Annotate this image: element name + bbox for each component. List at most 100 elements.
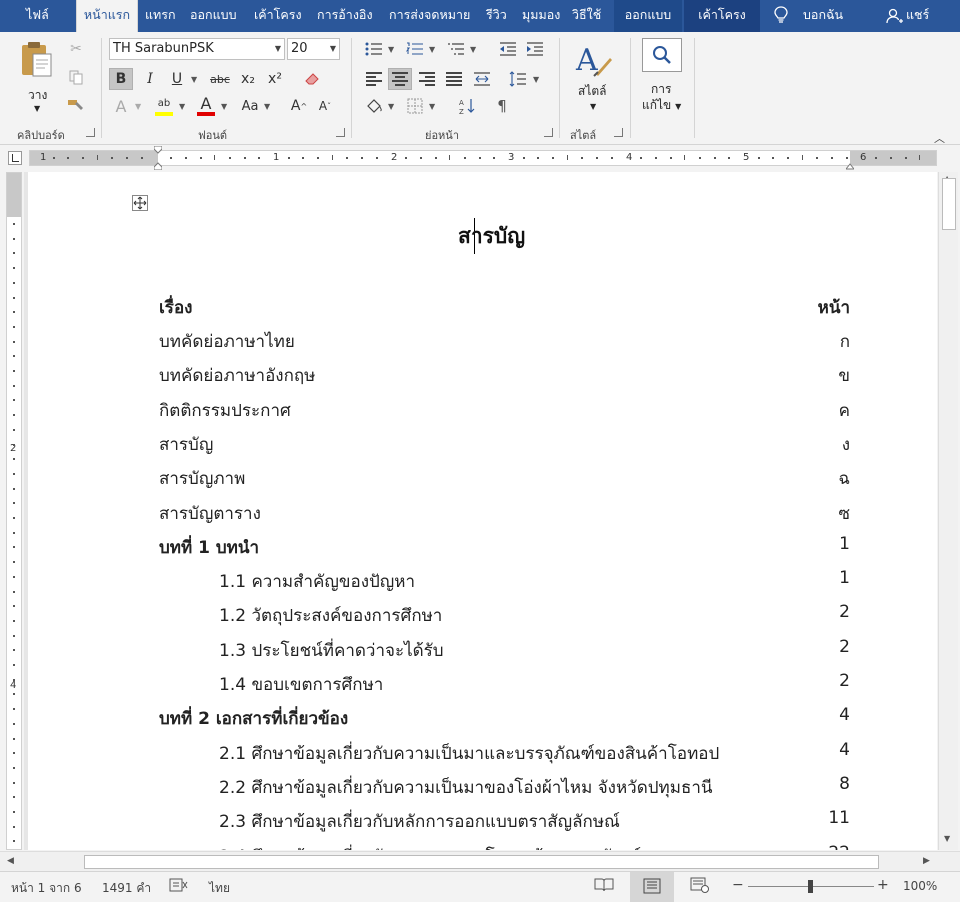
grow-font-button[interactable]: A ^ [287, 95, 311, 117]
group-divider [559, 38, 560, 138]
bold-button[interactable]: B [109, 68, 133, 90]
underline-dropdown[interactable]: ▼ [191, 68, 199, 90]
change-case-dropdown[interactable]: ▼ [264, 95, 272, 117]
borders-dropdown[interactable]: ▼ [429, 95, 437, 117]
vertical-scrollbar[interactable]: ▲ ▼ [938, 172, 958, 850]
tab-mailings[interactable]: การส่งจดหมาย [389, 0, 470, 32]
borders-icon [407, 98, 423, 114]
copy-button[interactable] [64, 66, 88, 88]
show-marks-button[interactable]: ¶ [490, 95, 514, 117]
read-mode-icon[interactable] [594, 877, 614, 896]
tab-file[interactable]: ไฟล์ [26, 0, 49, 32]
format-painter-button[interactable] [64, 94, 88, 116]
hscroll-thumb[interactable] [84, 855, 879, 869]
zoom-slider-thumb[interactable] [808, 880, 813, 893]
tab-home[interactable]: หน้าแรก [76, 0, 138, 32]
change-case-button[interactable]: Aa [236, 95, 264, 117]
shading-button[interactable] [362, 95, 386, 117]
paragraph-launcher-icon[interactable] [544, 128, 553, 137]
paste-icon [22, 42, 52, 77]
scroll-left-icon[interactable]: ◀ [7, 856, 14, 866]
horizontal-scrollbar[interactable]: ◀ ▶ [0, 851, 960, 871]
zoom-level[interactable]: 100% [903, 879, 937, 893]
align-right-button[interactable] [415, 68, 439, 90]
italic-button[interactable]: I [138, 68, 162, 90]
tab-view[interactable]: มุมมอง [522, 0, 560, 32]
document-page[interactable]: สารบัญ เรื่อง หน้า บทคัดย่อภาษาไทย กบทคัด… [28, 172, 937, 850]
bullets-button[interactable] [362, 38, 386, 60]
tab-insert[interactable]: แทรก [145, 0, 176, 32]
web-layout-icon[interactable] [690, 877, 710, 896]
right-indent-marker-icon[interactable] [844, 159, 856, 173]
underline-button[interactable]: U [165, 68, 189, 90]
line-spacing-button[interactable] [506, 68, 530, 90]
strikethrough-button[interactable]: abc [206, 68, 234, 90]
print-layout-icon[interactable] [630, 872, 674, 902]
borders-button[interactable] [403, 95, 427, 117]
bullets-dropdown[interactable]: ▼ [388, 38, 396, 60]
superscript-button[interactable]: x² [263, 68, 287, 90]
ruler-tick [610, 157, 613, 159]
clear-formatting-button[interactable] [300, 68, 324, 90]
tab-design[interactable]: ออกแบบ [190, 0, 237, 32]
shrink-font-button[interactable]: Aˇ [313, 95, 337, 117]
styles-button[interactable]: A สไตล์ ▼ [566, 38, 622, 118]
line-spacing-dropdown[interactable]: ▼ [533, 68, 541, 90]
increase-indent-button[interactable] [523, 38, 547, 60]
tell-me-box[interactable]: บอกฉัน [770, 0, 870, 32]
word-count[interactable]: 1491 คำ [102, 879, 151, 898]
numbering-dropdown[interactable]: ▼ [429, 38, 437, 60]
zoom-out-button[interactable]: − [732, 877, 744, 893]
tab-review[interactable]: รีวิว [486, 0, 507, 32]
multilevel-dropdown[interactable]: ▼ [470, 38, 478, 60]
ruler-track[interactable]: 1 1 2 3 4 5 6 [29, 150, 937, 166]
tab-selector-icon[interactable] [8, 151, 22, 165]
shading-dropdown[interactable]: ▼ [388, 95, 396, 117]
text-effects-button[interactable]: A [109, 95, 133, 117]
vertical-ruler[interactable]: 2 4 [6, 172, 22, 850]
highlight-button[interactable]: ab [152, 95, 176, 117]
align-left-button[interactable] [362, 68, 386, 90]
justify-button[interactable] [442, 68, 466, 90]
numbering-button[interactable] [403, 38, 427, 60]
thai-distributed-button[interactable] [470, 68, 494, 90]
font-size-combobox[interactable]: 20 ▼ [287, 38, 340, 60]
scroll-thumb[interactable] [942, 178, 956, 230]
ruler-tick [13, 223, 15, 225]
font-launcher-icon[interactable] [336, 128, 345, 137]
highlight-dropdown[interactable]: ▼ [179, 95, 187, 117]
font-name-combobox[interactable]: TH SarabunPSK ▼ [109, 38, 285, 60]
proofing-icon[interactable] [169, 877, 189, 896]
cut-button[interactable]: ✂ [64, 38, 88, 60]
editing-button[interactable]: การ แก้ไข ▼ [636, 38, 692, 118]
tab-table-design[interactable]: ออกแบบ [614, 0, 682, 32]
styles-launcher-icon[interactable] [614, 128, 623, 137]
document-canvas[interactable]: สารบัญ เรื่อง หน้า บทคัดย่อภาษาไทย กบทคัด… [24, 172, 937, 850]
sort-button[interactable]: AZ [455, 95, 479, 117]
tab-layout[interactable]: เค้าโครง [254, 0, 302, 32]
share-button[interactable]: แชร์ [886, 0, 956, 32]
ruler-tick [184, 157, 187, 159]
multilevel-list-button[interactable] [444, 38, 468, 60]
indent-marker-icon[interactable] [153, 145, 163, 171]
subscript-button[interactable]: x₂ [236, 68, 260, 90]
zoom-in-button[interactable]: + [877, 877, 889, 893]
language-indicator[interactable]: ไทย [209, 879, 230, 898]
scroll-right-icon[interactable]: ▶ [923, 856, 930, 866]
paste-button[interactable]: วาง ▼ [16, 38, 58, 118]
font-color-button[interactable]: A [194, 94, 218, 117]
decrease-indent-button[interactable] [496, 38, 520, 60]
tab-howto[interactable]: วิธีใช้ [572, 0, 601, 32]
font-color-dropdown[interactable]: ▼ [221, 95, 229, 117]
text-effects-dropdown[interactable]: ▼ [135, 95, 143, 117]
tab-table-layout[interactable]: เค้าโครง [684, 0, 760, 32]
clipboard-launcher-icon[interactable] [86, 128, 95, 137]
tab-references[interactable]: การอ้างอิง [317, 0, 373, 32]
ruler-tick [96, 155, 98, 160]
table-move-handle-icon[interactable] [132, 195, 148, 211]
scroll-down-icon[interactable]: ▼ [944, 834, 950, 843]
ruler-tick [13, 825, 15, 828]
collapse-ribbon-icon[interactable]: ︿ [934, 130, 945, 146]
align-center-button[interactable] [388, 68, 412, 90]
page-count[interactable]: หน้า 1 จาก 6 [11, 879, 82, 898]
